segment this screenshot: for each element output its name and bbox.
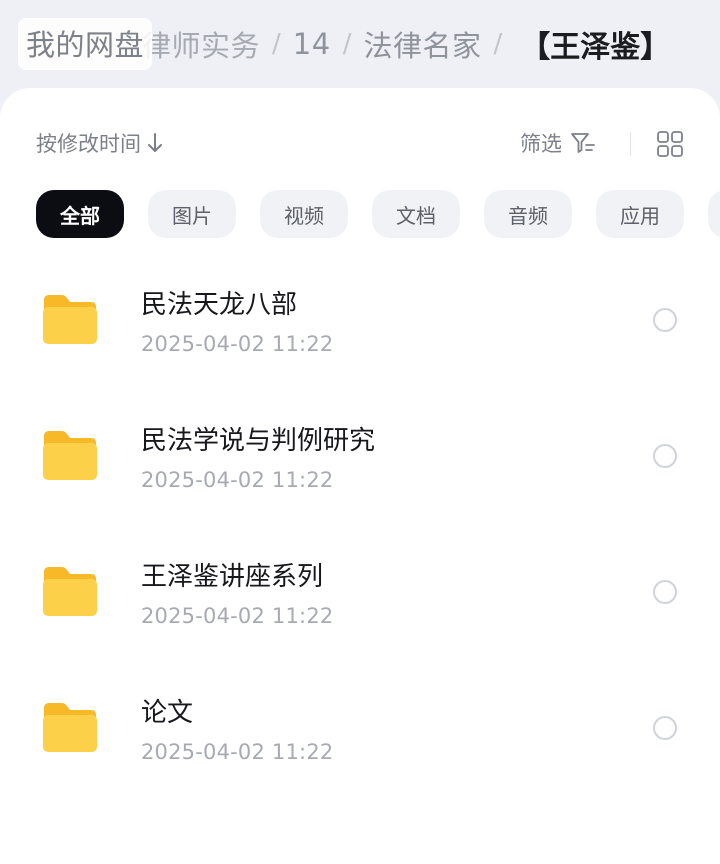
breadcrumb-current: 【王泽鉴】	[520, 30, 671, 65]
breadcrumb-item-14[interactable]: 14	[293, 27, 331, 61]
tab-apps[interactable]: 应用	[596, 190, 684, 238]
sort-toolbar: 按修改时间 筛选	[0, 124, 720, 164]
file-list-card: 按修改时间 筛选 全部 图片 视频 文档 音频 应用 民法天龙八部 2025-0…	[0, 88, 720, 864]
list-item[interactable]: 王泽鉴讲座系列 2025-04-02 11:22	[0, 520, 720, 656]
list-item[interactable]: 民法天龙八部 2025-04-02 11:22	[0, 248, 720, 384]
modified-time: 2025-04-02 11:22	[141, 332, 334, 356]
folder-name: 论文	[141, 698, 194, 728]
folder-name: 民法学说与判例研究	[141, 426, 376, 456]
select-checkbox[interactable]	[653, 444, 677, 468]
list-item[interactable]: 民法学说与判例研究 2025-04-02 11:22	[0, 384, 720, 520]
arrow-down-icon	[148, 133, 162, 152]
breadcrumb-item-legal-masters[interactable]: 法律名家	[363, 23, 481, 65]
list-item[interactable]: 论文 2025-04-02 11:22	[0, 656, 720, 792]
folder-icon	[43, 703, 97, 752]
select-checkbox[interactable]	[653, 716, 677, 740]
select-checkbox[interactable]	[653, 308, 677, 332]
breadcrumb-separator: /	[342, 29, 352, 59]
toolbar-divider	[630, 132, 631, 156]
tab-images[interactable]: 图片	[148, 190, 236, 238]
breadcrumb-root[interactable]: 我的网盘	[18, 18, 153, 70]
tab-videos[interactable]: 视频	[260, 190, 348, 238]
modified-time: 2025-04-02 11:22	[141, 468, 334, 492]
sort-label: 按修改时间	[36, 132, 141, 156]
folder-icon	[43, 567, 97, 616]
breadcrumb-separator: /	[272, 29, 281, 59]
file-browser-page: 我的网盘 律师实务 / 14 / 法律名家 / 【王泽鉴】 按修改时间 筛选 全…	[0, 0, 720, 864]
tab-audio[interactable]: 音频	[484, 190, 572, 238]
modified-time: 2025-04-02 11:22	[141, 604, 334, 628]
select-checkbox[interactable]	[653, 580, 677, 604]
breadcrumb-item-lawyer-practice[interactable]: 律师实务	[142, 23, 260, 65]
filter-label: 筛选	[520, 132, 562, 156]
tab-all[interactable]: 全部	[36, 190, 124, 238]
folder-icon	[43, 295, 97, 344]
folder-name: 民法天龙八部	[141, 290, 298, 320]
tab-documents[interactable]: 文档	[372, 190, 460, 238]
breadcrumb-separator: /	[493, 29, 503, 59]
filter-button[interactable]: 筛选	[520, 128, 596, 158]
tab-more-partial[interactable]	[708, 190, 720, 238]
modified-time: 2025-04-02 11:22	[141, 740, 334, 764]
breadcrumb: 我的网盘 律师实务 / 14 / 法律名家 / 【王泽鉴】	[0, 0, 720, 88]
category-tabs: 全部 图片 视频 文档 音频 应用	[36, 190, 720, 238]
file-list: 民法天龙八部 2025-04-02 11:22 民法学说与判例研究 2025-0…	[0, 248, 720, 792]
folder-icon	[43, 431, 97, 480]
grid-view-icon[interactable]	[656, 130, 684, 158]
filter-icon	[571, 133, 595, 153]
sort-button[interactable]: 按修改时间	[36, 128, 163, 158]
folder-name: 王泽鉴讲座系列	[141, 562, 324, 592]
